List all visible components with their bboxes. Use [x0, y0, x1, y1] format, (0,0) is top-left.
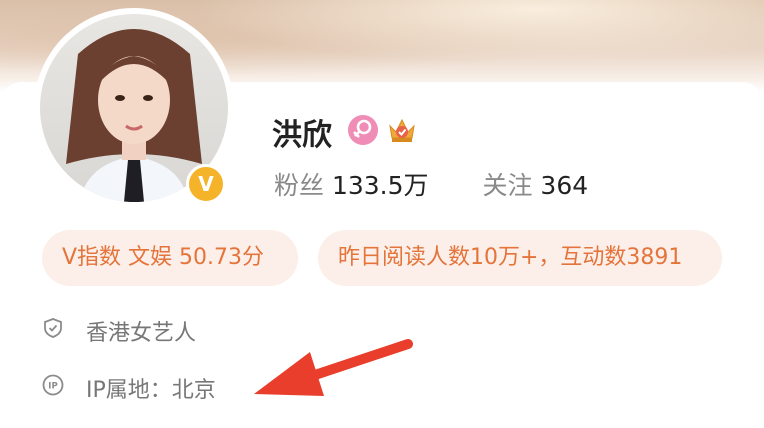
following-count[interactable]: 364	[540, 171, 588, 200]
reads-tag[interactable]: 昨日阅读人数10万+，互动数3891	[318, 230, 722, 286]
profile-stats: 粉丝 133.5万 关注 364	[274, 166, 588, 202]
fans-count[interactable]: 133.5万	[332, 171, 429, 200]
crown-level-icon[interactable]	[386, 114, 418, 146]
red-arrow-annotation-icon	[254, 339, 413, 396]
fans-label[interactable]: 粉丝	[274, 171, 324, 200]
verified-badge-icon: V	[186, 164, 226, 204]
female-icon	[348, 115, 378, 145]
svg-text:IP: IP	[48, 382, 57, 392]
ip-icon: IP	[42, 374, 64, 396]
v-index-tag[interactable]: V指数 文娱 50.73分	[42, 230, 298, 286]
following-label[interactable]: 关注	[482, 171, 532, 200]
shield-check-icon	[42, 317, 64, 339]
ip-location-text: IP属地：北京	[86, 378, 216, 403]
description-text: 香港女艺人	[86, 321, 197, 346]
profile-name: 洪欣	[272, 118, 332, 153]
